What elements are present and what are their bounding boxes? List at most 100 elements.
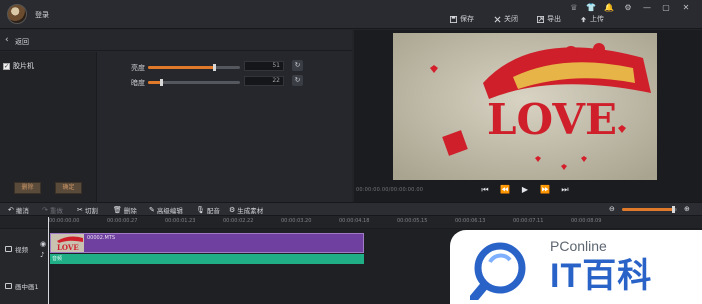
close-button[interactable]: 关闭 xyxy=(494,14,518,24)
video-frame-image: LOVE xyxy=(393,33,657,180)
love-text: LOVE xyxy=(487,95,617,144)
redo-button[interactable]: ↷ 重做 xyxy=(42,205,63,215)
darkness-slider-thumb[interactable] xyxy=(159,79,163,86)
brightness-slider-fill xyxy=(148,66,215,69)
tick-label: 00:00:07.11 xyxy=(513,218,544,224)
track-headers: 视频 ◉ ♪ 画中画1 xyxy=(0,229,49,304)
audio-clip-label: 音频 xyxy=(52,256,63,262)
brightness-label: 亮度 xyxy=(131,64,145,72)
skip-start-icon[interactable]: ⏮ xyxy=(480,185,490,195)
login-link[interactable]: 登录 xyxy=(35,10,49,20)
tick-label: 00:00:05.15 xyxy=(397,218,428,224)
close-icon xyxy=(494,16,501,22)
back-bar[interactable]: ‹ 返回 xyxy=(0,30,352,51)
minimize-icon[interactable]: — xyxy=(642,3,652,13)
eye-icon[interactable]: ◉ xyxy=(40,240,46,248)
step-forward-icon[interactable]: ⏩ xyxy=(540,185,550,195)
trash-icon: 🗑 xyxy=(113,206,122,214)
darkness-label: 暗度 xyxy=(131,79,145,87)
filter-item[interactable]: ✓ 胶片机 xyxy=(3,61,34,71)
tick-label: 00:00:08.09 xyxy=(571,218,602,224)
maximize-icon[interactable]: ▢ xyxy=(661,3,671,13)
timecode: 00:00:00.00/00:00:00.00 xyxy=(356,187,424,193)
video-frame[interactable]: LOVE xyxy=(393,33,657,180)
zoom-slider[interactable] xyxy=(622,206,677,213)
generate-button[interactable]: ⚙ 生成素材 xyxy=(229,205,263,215)
clip-name: 00002.MTS xyxy=(87,235,116,241)
undo-button[interactable]: ↶ 撤消 xyxy=(8,205,29,215)
tick-label: 00:00:00.27 xyxy=(107,218,138,224)
magnifier-logo-icon xyxy=(470,242,526,300)
zoom-in-icon[interactable]: ⊕ xyxy=(684,205,690,213)
watermark-brand: IT百科 xyxy=(550,257,653,295)
track-pip[interactable]: 画中画1 xyxy=(5,281,39,291)
filter-item-label: 胶片机 xyxy=(13,62,34,70)
delete-button[interactable]: 🗑 删除 xyxy=(113,205,137,215)
darkness-reset-icon[interactable]: ↻ xyxy=(292,75,303,86)
pip-track-icon xyxy=(5,283,12,289)
clip-thumbnail: LOVE xyxy=(51,234,84,252)
clip-thumbnail-text: LOVE xyxy=(57,243,79,252)
advanced-edit-label: 高级编辑 xyxy=(156,207,183,215)
close-label: 关闭 xyxy=(504,15,518,23)
save-label: 保存 xyxy=(460,15,474,23)
darkness-value[interactable]: 22 xyxy=(244,76,284,86)
undo-label: 撤消 xyxy=(15,207,29,215)
track-video-label: 视频 xyxy=(15,246,28,254)
zoom-out-icon[interactable]: ⊖ xyxy=(609,205,615,213)
video-clip[interactable]: LOVE 00002.MTS xyxy=(50,233,364,253)
tick-label: 00:00:01.23 xyxy=(165,218,196,224)
tick-label: 00:00:03.20 xyxy=(281,218,312,224)
darkness-slider[interactable] xyxy=(148,79,240,86)
video-track-icon xyxy=(5,246,12,252)
brightness-reset-icon[interactable]: ↻ xyxy=(292,60,303,71)
brightness-slider-thumb[interactable] xyxy=(213,64,217,71)
chevron-left-icon[interactable]: ‹ xyxy=(5,35,9,45)
close-window-icon[interactable]: ✕ xyxy=(681,3,691,13)
dubbing-button[interactable]: 🎙 配音 xyxy=(196,205,220,215)
video-editor-window: 登录 保存 关闭 导出 上传 ♕ 👕 🔔 ⚙ — ▢ ✕ ‹ 返回 ✓ 胶片机 … xyxy=(0,0,702,304)
zoom-slider-thumb[interactable] xyxy=(672,206,676,213)
brightness-value[interactable]: 51 xyxy=(244,61,284,71)
gear-icon[interactable]: ⚙ xyxy=(623,3,633,13)
crown-icon[interactable]: ♕ xyxy=(569,3,579,13)
upload-button[interactable]: 上传 xyxy=(580,14,604,24)
export-button[interactable]: 导出 xyxy=(537,14,561,24)
dubbing-label: 配音 xyxy=(206,207,220,215)
clip-thumbnail-image: LOVE xyxy=(51,234,84,252)
microphone-icon: 🎙 xyxy=(196,206,205,214)
delete-filter-button[interactable]: 删除 xyxy=(14,182,41,194)
back-label[interactable]: 返回 xyxy=(15,37,29,47)
cut-label: 切割 xyxy=(84,207,98,215)
undo-icon: ↶ xyxy=(8,206,14,214)
brightness-slider[interactable] xyxy=(148,64,240,71)
avatar[interactable] xyxy=(7,4,27,24)
step-back-icon[interactable]: ⏪ xyxy=(500,185,510,195)
advanced-edit-button[interactable]: ✎ 高级编辑 xyxy=(149,205,183,215)
tick-label: 00:00:00.00 xyxy=(49,218,80,224)
cut-button[interactable]: ✂ 切割 xyxy=(77,205,98,215)
preview-panel: LOVE 00:00:00.00/00:00:00.00 ⏮ ⏪ ▶ ⏩ ⏭ xyxy=(354,30,702,202)
edit-toolbar: ↶ 撤消 ↷ 重做 ✂ 切割 🗑 删除 ✎ 高级编辑 🎙 配音 ⚙ 生成素材 ⊖ xyxy=(0,202,702,216)
save-button[interactable]: 保存 xyxy=(450,14,474,24)
delete-label: 删除 xyxy=(123,207,137,215)
shirt-icon[interactable]: 👕 xyxy=(586,3,596,13)
audio-clip[interactable]: 音频 xyxy=(50,254,364,264)
upload-label: 上传 xyxy=(590,15,604,23)
tick-label: 00:00:04.18 xyxy=(339,218,370,224)
skip-end-icon[interactable]: ⏭ xyxy=(560,185,570,195)
top-bar: 登录 保存 关闭 导出 上传 ♕ 👕 🔔 ⚙ — ▢ ✕ xyxy=(0,0,702,29)
generate-label: 生成素材 xyxy=(237,207,264,215)
track-video[interactable]: 视频 xyxy=(5,244,28,254)
scissors-icon: ✂ xyxy=(77,206,83,214)
play-icon[interactable]: ▶ xyxy=(520,185,530,195)
speaker-icon[interactable]: ♪ xyxy=(40,251,44,259)
confirm-button[interactable]: 确定 xyxy=(55,182,82,194)
playhead[interactable] xyxy=(48,217,49,304)
checkbox-icon[interactable]: ✓ xyxy=(3,62,10,70)
watermark-pconline: PConline xyxy=(550,238,607,254)
timeline-ruler[interactable]: 00:00:00.00 00:00:00.27 00:00:01.23 00:00:0… xyxy=(0,217,702,229)
bell-icon[interactable]: 🔔 xyxy=(604,3,614,13)
save-icon xyxy=(450,15,457,23)
export-label: 导出 xyxy=(547,15,561,23)
